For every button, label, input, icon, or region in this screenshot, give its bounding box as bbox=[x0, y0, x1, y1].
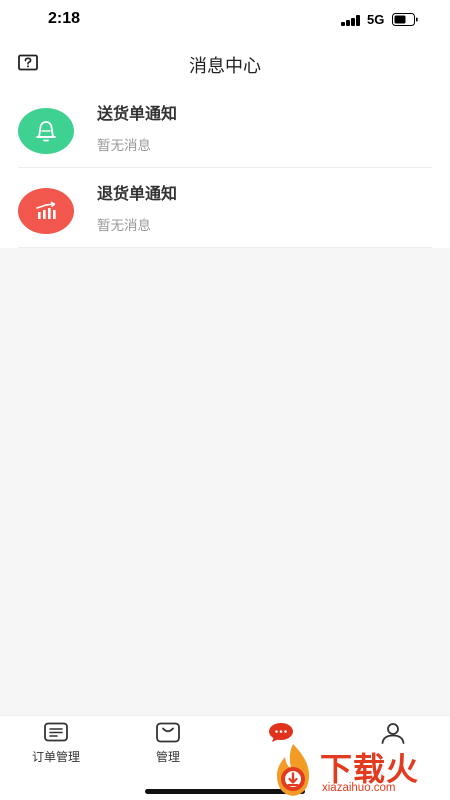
divider bbox=[18, 247, 432, 248]
status-bar: 2:18 5G bbox=[0, 0, 450, 40]
bell-icon bbox=[36, 121, 56, 142]
bar-chart-icon bbox=[36, 201, 56, 219]
page-title: 消息中心 bbox=[189, 56, 261, 77]
watermark-domain: xiazaihuo.com bbox=[322, 782, 396, 794]
message-subtitle: 暂无消息 bbox=[97, 218, 151, 234]
bag-icon bbox=[156, 722, 180, 743]
nav-bar: 消息中心 bbox=[0, 44, 450, 84]
tab-label: 订单管理 bbox=[31, 750, 80, 764]
user-icon bbox=[381, 723, 405, 744]
order-list-icon bbox=[44, 722, 68, 742]
watermark: 下载火 xiazaihuo.com bbox=[268, 742, 450, 800]
message-icon bbox=[269, 723, 293, 742]
watermark-logo-icon bbox=[277, 744, 309, 796]
tab-order-management[interactable]: 订单管理 bbox=[0, 722, 112, 765]
tab-management[interactable]: 管理 bbox=[112, 722, 224, 765]
message-title: 退货单通知 bbox=[97, 184, 178, 203]
signal-icon bbox=[341, 15, 363, 26]
message-item-delivery[interactable]: 送货单通知 暂无消息 bbox=[0, 88, 450, 168]
tab-label: 管理 bbox=[155, 750, 180, 764]
top-area: 2:18 5G 消息中心 bbox=[0, 0, 450, 88]
network-type: 5G bbox=[367, 12, 385, 27]
status-time: 2:18 bbox=[48, 10, 81, 27]
delivery-notice-avatar bbox=[18, 108, 74, 154]
battery-icon bbox=[392, 13, 418, 26]
message-list: 送货单通知 暂无消息 退货单通知 暂无消息 bbox=[0, 88, 450, 248]
message-title: 送货单通知 bbox=[97, 104, 178, 123]
return-notice-avatar bbox=[18, 188, 74, 234]
message-item-return[interactable]: 退货单通知 暂无消息 bbox=[0, 168, 450, 248]
message-subtitle: 暂无消息 bbox=[97, 138, 151, 154]
